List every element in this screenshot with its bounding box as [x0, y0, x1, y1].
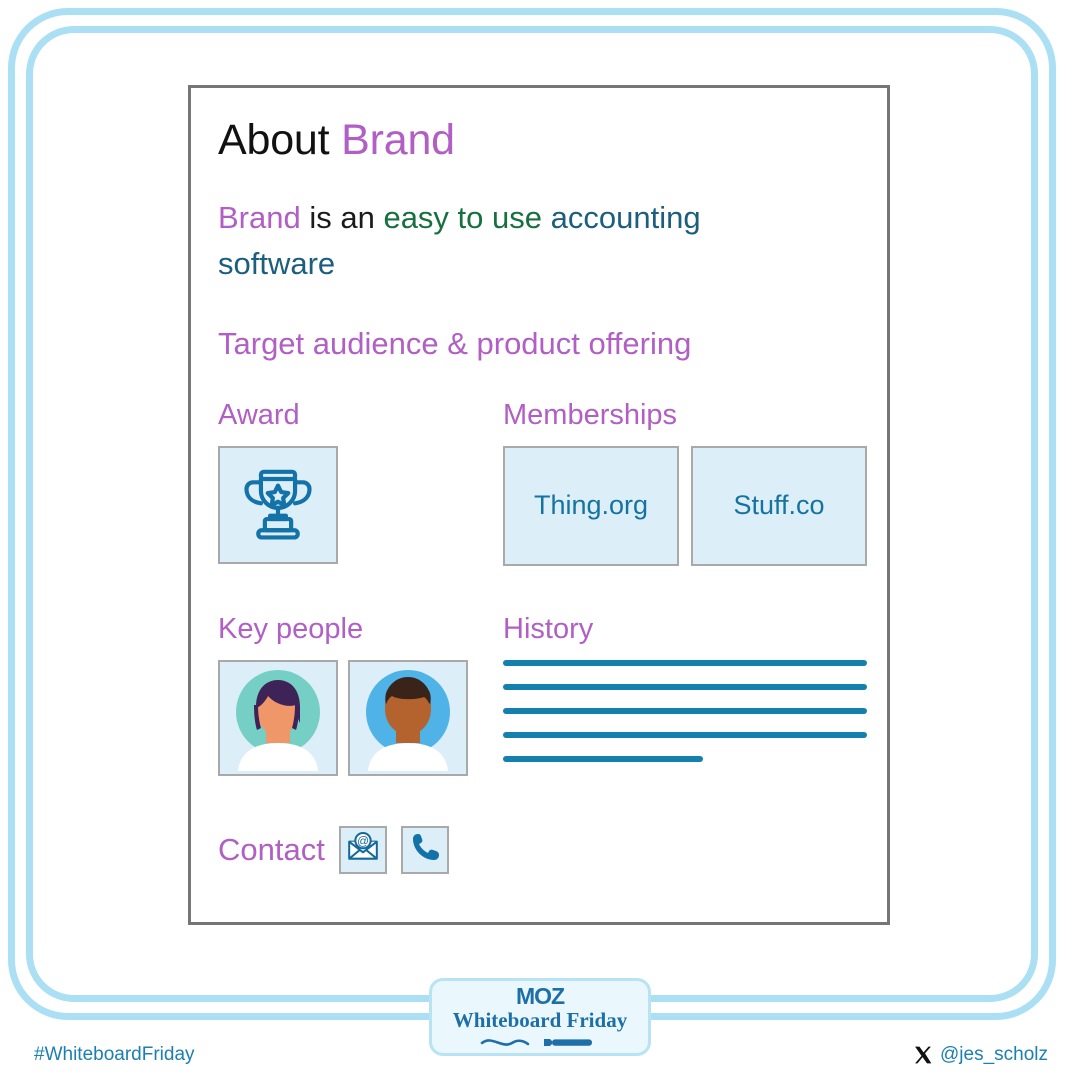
- key-people-list: [218, 659, 503, 776]
- history-line: [503, 659, 867, 666]
- membership-name: Stuff.co: [733, 490, 825, 521]
- hashtag-text: #WhiteboardFriday: [34, 1044, 195, 1065]
- tagline-mid: is an: [300, 200, 384, 236]
- contact-phone-button[interactable]: [400, 825, 449, 874]
- history-line: [503, 731, 867, 738]
- tagline-space: [542, 200, 551, 235]
- memberships-label: Memberships: [503, 399, 678, 432]
- history-label: History: [503, 612, 594, 645]
- svg-text:@: @: [357, 835, 369, 848]
- memberships-section: Memberships Thing.org Stuff.co: [503, 399, 867, 566]
- x-logo-icon: [913, 1045, 933, 1065]
- tagline-brand: Brand: [218, 200, 301, 236]
- contact-section: Contact @: [218, 825, 867, 874]
- trophy-icon: [236, 460, 320, 549]
- avatar-man-icon: [350, 662, 466, 774]
- key-people-label: Key people: [218, 612, 364, 645]
- tagline-benefit: easy to use: [383, 200, 542, 236]
- page-title-static: About: [218, 116, 342, 164]
- page-title: About Brand: [218, 116, 867, 164]
- history-lines: [503, 659, 867, 762]
- contact-email-button[interactable]: @: [338, 825, 387, 874]
- person-tile[interactable]: [348, 659, 468, 776]
- key-people-section: Key people: [218, 612, 503, 776]
- row-people-history: Key people History: [218, 612, 867, 780]
- whiteboard-panel: About Brand Brand is an easy to use acco…: [188, 85, 890, 925]
- membership-name: Thing.org: [533, 490, 649, 521]
- award-tile[interactable]: [218, 445, 338, 564]
- moz-logo: MOZ: [515, 983, 565, 1009]
- history-section: History: [503, 612, 867, 780]
- memberships-list: Thing.org Stuff.co: [503, 445, 867, 566]
- whiteboard-friday-text: Whiteboard Friday: [452, 1008, 628, 1032]
- panel-content: About Brand Brand is an easy to use acco…: [218, 116, 867, 874]
- history-line: [503, 683, 867, 690]
- moz-whiteboard-friday-badge: MOZ Whiteboard Friday: [429, 978, 651, 1056]
- award-label: Award: [218, 399, 300, 432]
- row-award-memberships: Award Memberships Thing.org Stuff.co: [218, 399, 867, 566]
- subheading-target-audience: Target audience & product offering: [218, 325, 692, 361]
- social-handle: @jes_scholz: [913, 1044, 1048, 1066]
- avatar-woman-icon: [220, 662, 336, 774]
- email-icon: @: [346, 830, 380, 869]
- history-line: [503, 707, 867, 714]
- tagline: Brand is an easy to use accounting softw…: [218, 195, 818, 287]
- person-tile[interactable]: [218, 659, 338, 776]
- membership-tile[interactable]: Stuff.co: [691, 445, 867, 566]
- contact-label: Contact: [218, 832, 325, 868]
- page-title-brand: Brand: [341, 116, 455, 164]
- award-section: Award: [218, 399, 503, 564]
- phone-icon: [409, 831, 441, 868]
- social-handle-text: @jes_scholz: [940, 1044, 1048, 1065]
- membership-tile[interactable]: Thing.org: [503, 445, 679, 566]
- marker-squiggle-icon: [476, 1035, 604, 1049]
- history-line: [503, 755, 704, 762]
